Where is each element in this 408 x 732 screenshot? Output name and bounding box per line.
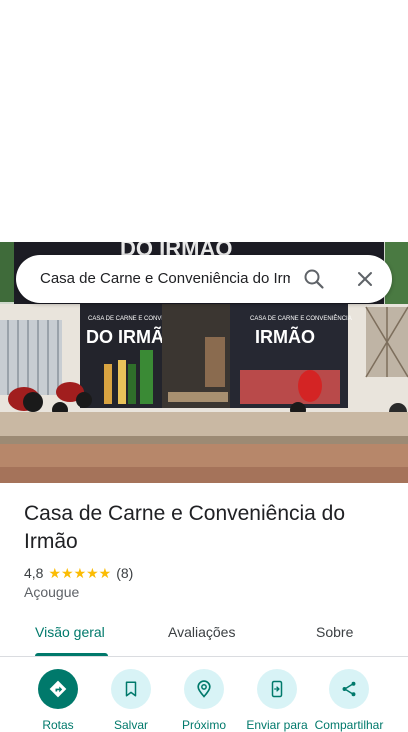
tab-overview[interactable]: Visão geral (35, 624, 105, 640)
search-input[interactable]: Casa de Carne e Conveniência do Irmão (40, 270, 290, 287)
save-button[interactable]: Salvar (96, 669, 166, 732)
send-to-phone-icon (271, 680, 283, 698)
photo-sign-right-big: IRMÃO (255, 326, 315, 347)
share-button[interactable]: Compartilhar (314, 669, 384, 732)
save-label: Salvar (113, 718, 148, 732)
share-icon (342, 681, 356, 697)
directions-label: Rotas (42, 718, 74, 732)
tab-about[interactable]: Sobre (316, 624, 353, 640)
rating-stars-icon: ★★★★★ (48, 564, 112, 581)
search-bar[interactable]: Casa de Carne e Conveniência do Irmão (16, 255, 392, 303)
share-label: Compartilhar (314, 718, 384, 732)
send-to-phone-label: Enviar para (246, 718, 308, 732)
place-title: Casa de Carne e Conveniência do Irmão (24, 502, 346, 553)
close-icon[interactable] (353, 267, 377, 291)
search-icon[interactable] (302, 267, 326, 291)
active-tab-indicator (35, 653, 108, 656)
nearby-button[interactable]: Próximo (169, 669, 239, 732)
map-area-blank (0, 0, 408, 242)
directions-button[interactable]: Rotas (23, 669, 93, 732)
send-to-phone-button[interactable]: Enviar para (242, 669, 312, 732)
nearby-icon (197, 680, 211, 698)
review-count[interactable]: (8) (116, 565, 133, 581)
rating-row[interactable]: 4,8 ★★★★★ (8) (24, 564, 133, 582)
tab-reviews[interactable]: Avaliações (168, 624, 235, 640)
directions-icon (49, 680, 67, 698)
bookmark-icon (125, 681, 137, 697)
rating-value: 4,8 (24, 565, 44, 581)
nearby-label: Próximo (181, 718, 226, 732)
place-category: Açougue (24, 584, 80, 600)
tab-bar: Visão geral Avaliações Sobre (0, 612, 408, 657)
photo-sign-right-small: CASA DE CARNE E CONVENIÊNCIA (250, 314, 352, 322)
